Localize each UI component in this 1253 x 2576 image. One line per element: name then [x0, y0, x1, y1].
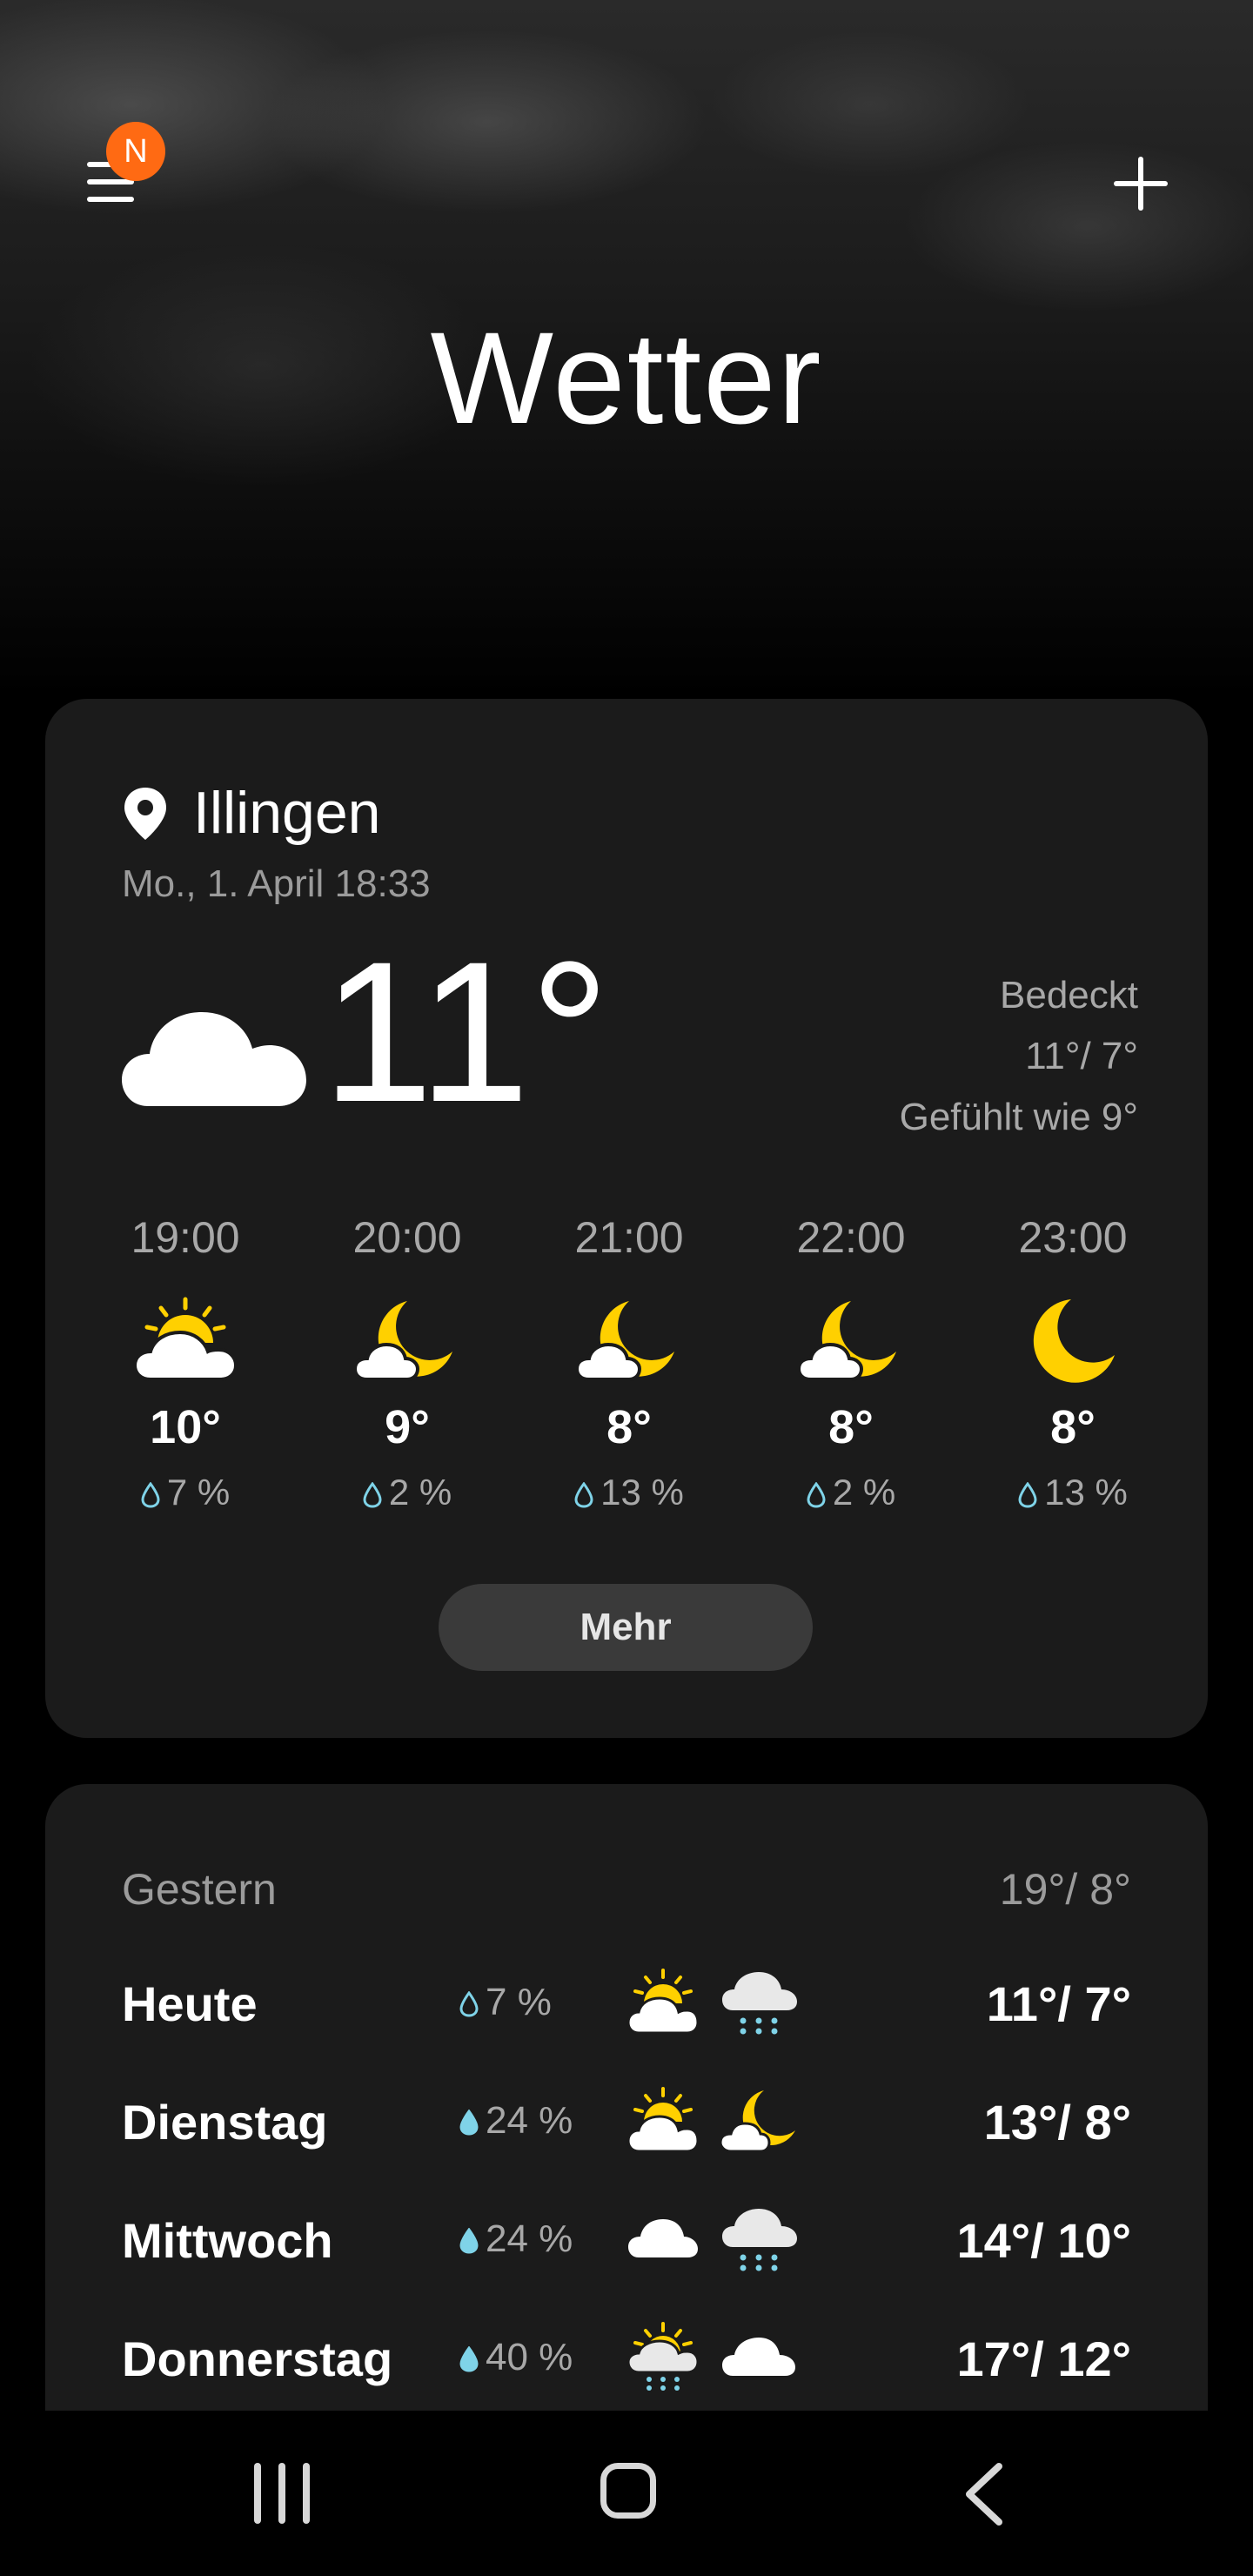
hourly-item: 19:00 10° 7 %	[98, 1212, 272, 1513]
raindrop-icon	[459, 2346, 479, 2372]
feels-like-temperature: Gefühlt wie 9°	[899, 1096, 1138, 1138]
hourly-item: 21:00 8° 13 %	[542, 1212, 716, 1513]
back-chevron-icon[interactable]	[957, 2461, 1018, 2527]
rain-cloud-icon	[722, 2209, 797, 2271]
raindrop-icon	[363, 1481, 382, 1508]
hour-rain-chance: 2 %	[764, 1472, 938, 1513]
moon-cloud-icon	[799, 1301, 896, 1381]
hour-temperature: 8°	[828, 1401, 874, 1453]
hour-rain-chance: 13 %	[542, 1472, 716, 1513]
add-location-button[interactable]	[1114, 157, 1168, 211]
day-rain-value: 24 %	[486, 2099, 573, 2142]
hour-time: 22:00	[796, 1213, 906, 1262]
hour-rain-chance: 7 %	[98, 1472, 272, 1513]
raindrop-icon	[459, 2110, 479, 2136]
current-temperature: 11°	[322, 920, 610, 1144]
moon-cloud-icon	[355, 1301, 452, 1381]
hour-time: 23:00	[1018, 1213, 1128, 1262]
day-temperature: 11°/ 7°	[986, 1976, 1131, 2031]
day-rain-chance: 24 %	[459, 2217, 573, 2261]
rain-cloud-icon	[722, 1972, 797, 2035]
hour-rain-value: 13 %	[1044, 1472, 1128, 1513]
condition-text: Bedeckt	[1000, 974, 1138, 1016]
day-name: Mittwoch	[122, 2213, 333, 2268]
high-low-temperature: 11°/ 7°	[1025, 1035, 1138, 1077]
hour-temperature: 8°	[1050, 1401, 1096, 1453]
day-name: Dienstag	[122, 2095, 328, 2150]
day-temperature: 14°/ 10°	[956, 2213, 1131, 2268]
hour-rain-chance: 2 %	[320, 1472, 494, 1513]
raindrop-icon	[1018, 1481, 1037, 1508]
raindrop-icon	[574, 1481, 593, 1508]
day-temperature: 17°/ 12°	[956, 2331, 1131, 2386]
daily-row[interactable]: Mittwoch 24 % 14°/ 10°	[45, 2195, 1208, 2291]
day-rain-value: 7 %	[486, 1981, 552, 2023]
more-button[interactable]: Mehr	[439, 1584, 813, 1671]
day-temperature: 13°/ 8°	[983, 2095, 1131, 2150]
hour-rain-value: 2 %	[832, 1472, 896, 1513]
system-navigation-bar	[0, 2411, 1253, 2576]
hour-temperature: 8°	[606, 1401, 652, 1453]
raindrop-icon	[807, 1481, 826, 1508]
location-pin-icon	[124, 788, 166, 840]
hour-temperature: 10°	[150, 1401, 221, 1453]
location-datetime: Mo., 1. April 18:33	[122, 862, 431, 905]
day-name: Heute	[122, 1976, 258, 2031]
raindrop-icon	[459, 2228, 479, 2254]
moon-icon	[1033, 1299, 1115, 1383]
hour-rain-value: 7 %	[166, 1472, 231, 1513]
day-rain-value: 40 %	[486, 2336, 573, 2378]
cloud-icon	[122, 1012, 306, 1106]
home-button[interactable]	[600, 2463, 656, 2519]
hour-rain-value: 13 %	[600, 1472, 684, 1513]
app-title: Wetter	[430, 305, 823, 451]
daily-row[interactable]: Dienstag 24 % 13°/ 8°	[45, 2076, 1208, 2172]
hour-temperature: 9°	[385, 1401, 430, 1453]
day-rain-value: 24 %	[486, 2217, 573, 2260]
daily-row[interactable]: Donnerstag 40 % 17°/ 12°	[45, 2313, 1208, 2409]
yesterday-label: Gestern	[122, 1865, 277, 1914]
day-name: Donnerstag	[122, 2331, 393, 2386]
day-rain-chance: 7 %	[459, 1981, 552, 2024]
cloud-icon	[722, 2338, 795, 2376]
notification-badge: N	[106, 122, 165, 181]
sun-cloud-icon	[626, 2087, 700, 2153]
sun-cloud-icon	[133, 1297, 238, 1381]
current-weather-card[interactable]: Illingen Mo., 1. April 18:33 11° Bedeckt…	[45, 699, 1208, 1738]
moon-cloud-icon	[577, 1301, 674, 1381]
moon-cloud-icon	[720, 2090, 795, 2153]
hourly-item: 20:00 9° 2 %	[320, 1212, 494, 1513]
cloud-icon	[628, 2219, 698, 2257]
hour-rain-value: 2 %	[388, 1472, 452, 1513]
raindrop-icon	[141, 1481, 160, 1508]
hour-rain-chance: 13 %	[986, 1472, 1160, 1513]
yesterday-temperature: 19°/ 8°	[999, 1865, 1131, 1914]
daily-row[interactable]: Heute 7 % 11°/ 7°	[45, 1958, 1208, 2054]
hour-time: 19:00	[131, 1213, 240, 1262]
day-rain-chance: 24 %	[459, 2099, 573, 2143]
sun-cloud-icon	[626, 1969, 700, 2035]
hourly-item: 22:00 8° 2 %	[764, 1212, 938, 1513]
day-rain-chance: 40 %	[459, 2336, 573, 2379]
recent-apps-button[interactable]	[252, 2463, 313, 2524]
sun-rain-cloud-icon	[626, 2322, 700, 2391]
hour-time: 20:00	[352, 1213, 462, 1262]
daily-forecast-card[interactable]: Gestern 19°/ 8° Heute 7 % 11°/ 7° Dienst…	[45, 1784, 1208, 2411]
location-name: Illingen	[193, 780, 381, 846]
hour-time: 21:00	[574, 1213, 684, 1262]
raindrop-icon	[459, 1991, 479, 2017]
hourly-item: 23:00 8° 13 %	[986, 1212, 1160, 1513]
